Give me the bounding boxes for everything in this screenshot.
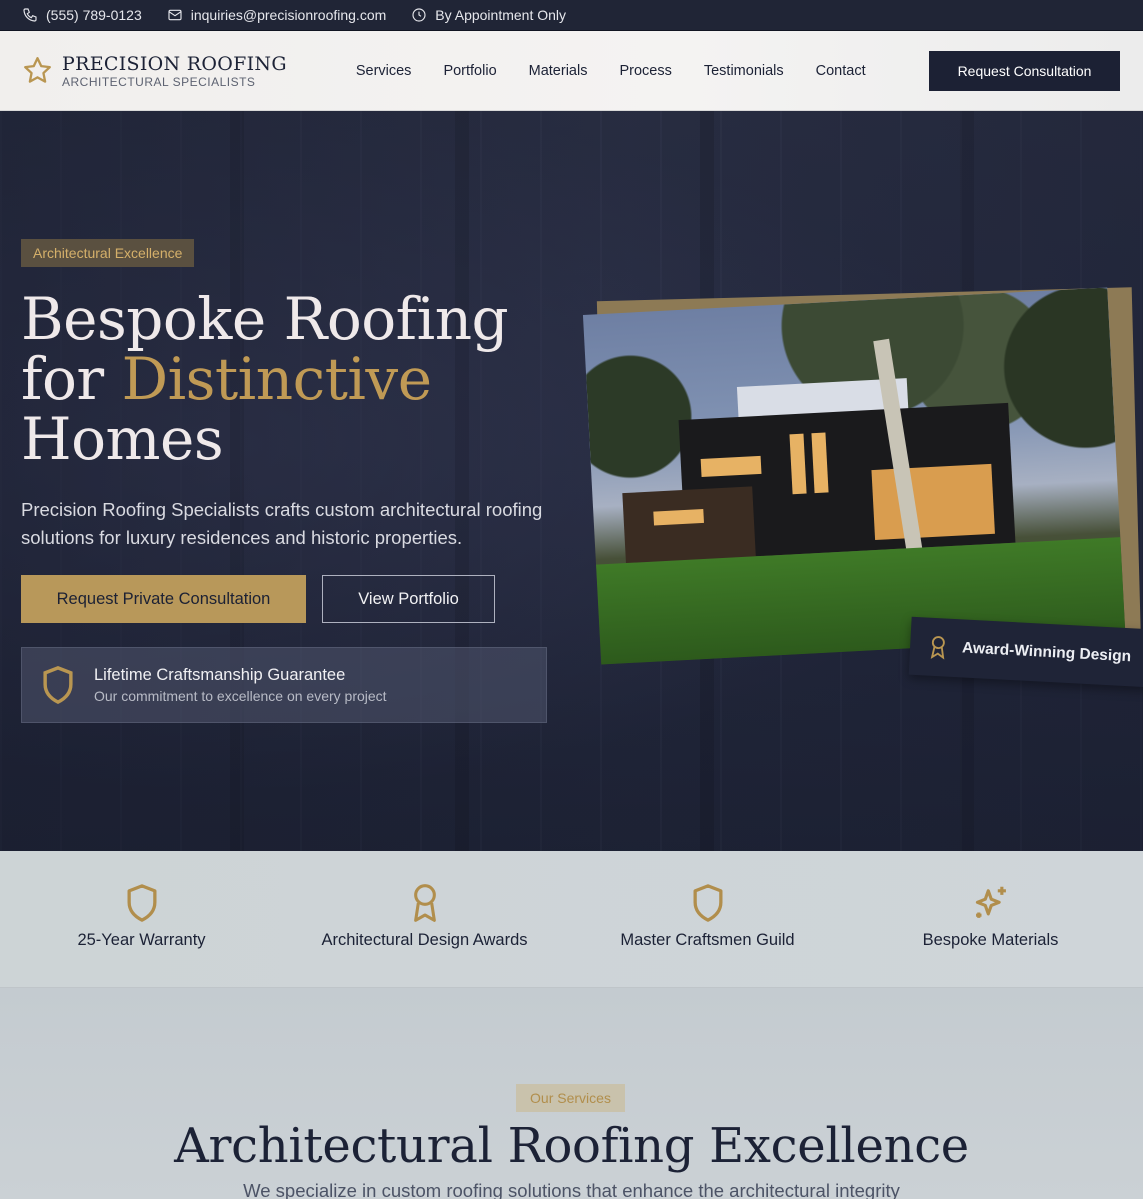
hero-title: Bespoke Roofing for Distinctive Homes	[21, 289, 581, 469]
phone-number: (555) 789-0123	[46, 7, 142, 23]
trust-label: 25-Year Warranty	[77, 931, 206, 949]
trust-strip: 25-Year Warranty Architectural Design Aw…	[0, 851, 1143, 988]
hero-description: Precision Roofing Specialists crafts cus…	[21, 499, 543, 548]
award-label: Award-Winning Design	[961, 639, 1132, 666]
award-icon	[930, 636, 945, 660]
logo[interactable]: PRECISION ROOFING ARCHITECTURAL SPECIALI…	[22, 53, 287, 89]
request-consultation-button[interactable]: Request Consultation	[929, 51, 1120, 91]
trust-item-materials: Bespoke Materials	[849, 851, 1132, 987]
services-title: Architectural Roofing Excellence	[174, 1118, 969, 1174]
nav-process[interactable]: Process	[619, 63, 671, 79]
trust-label: Architectural Design Awards	[321, 931, 528, 949]
hero-title-highlight: Distinctive	[121, 345, 432, 413]
main-nav: Services Portfolio Materials Process Tes…	[356, 63, 898, 79]
clock-icon	[412, 8, 426, 22]
hours-info: By Appointment Only	[411, 7, 566, 23]
star-logo-icon	[24, 57, 51, 83]
request-private-consultation-button[interactable]: Request Private Consultation	[21, 575, 306, 623]
email-address: inquiries@precisionroofing.com	[190, 7, 387, 23]
view-portfolio-button[interactable]: View Portfolio	[322, 575, 495, 623]
top-info-bar: (555) 789-0123 inquiries@precisionroofin…	[0, 0, 1143, 31]
sparkle-icon	[975, 886, 1006, 918]
hero-badge: Architectural Excellence	[21, 239, 195, 267]
hero-section: Architectural Excellence Bespoke Roofing…	[0, 111, 1143, 851]
trust-item-awards: Architectural Design Awards	[283, 851, 566, 987]
hero-title-line1: Bespoke Roofing	[21, 285, 509, 353]
trust-label: Master Craftsmen Guild	[620, 931, 795, 949]
nav-testimonials[interactable]: Testimonials	[704, 63, 784, 79]
trust-item-guild: Master Craftsmen Guild	[566, 851, 849, 987]
hero-photo-card	[582, 287, 1141, 675]
phone-link[interactable]: (555) 789-0123	[22, 7, 142, 23]
shield-icon	[43, 666, 73, 705]
mail-icon	[168, 9, 182, 21]
trust-item-warranty: 25-Year Warranty	[0, 851, 283, 987]
brand-tagline: ARCHITECTURAL SPECIALISTS	[62, 74, 256, 89]
services-subtitle: We specialize in custom roofing solution…	[243, 1180, 900, 1199]
email-link[interactable]: inquiries@precisionroofing.com	[167, 7, 387, 23]
guarantee-card: Lifetime Craftsmanship Guarantee Our com…	[21, 647, 547, 723]
services-pill: Our Services	[516, 1084, 625, 1112]
site-header: PRECISION ROOFING ARCHITECTURAL SPECIALI…	[0, 31, 1143, 111]
nav-services[interactable]: Services	[356, 63, 412, 79]
trust-label: Bespoke Materials	[922, 931, 1059, 949]
nav-contact[interactable]: Contact	[816, 63, 866, 79]
shield-icon	[127, 884, 156, 922]
hero-title-line3: Homes	[21, 405, 224, 473]
guarantee-subtitle: Our commitment to excellence on every pr…	[94, 688, 387, 704]
phone-icon	[23, 8, 37, 22]
brand-name: PRECISION ROOFING	[62, 52, 287, 75]
nav-materials[interactable]: Materials	[529, 63, 588, 79]
nav-portfolio[interactable]: Portfolio	[443, 63, 496, 79]
services-section: Our Services Architectural Roofing Excel…	[0, 988, 1143, 1199]
hours-text: By Appointment Only	[435, 7, 567, 23]
hero-title-for: for	[21, 345, 122, 413]
shield-icon	[693, 884, 722, 922]
award-icon	[413, 884, 436, 922]
guarantee-title: Lifetime Craftsmanship Guarantee	[94, 666, 346, 684]
house-photo	[582, 287, 1126, 665]
